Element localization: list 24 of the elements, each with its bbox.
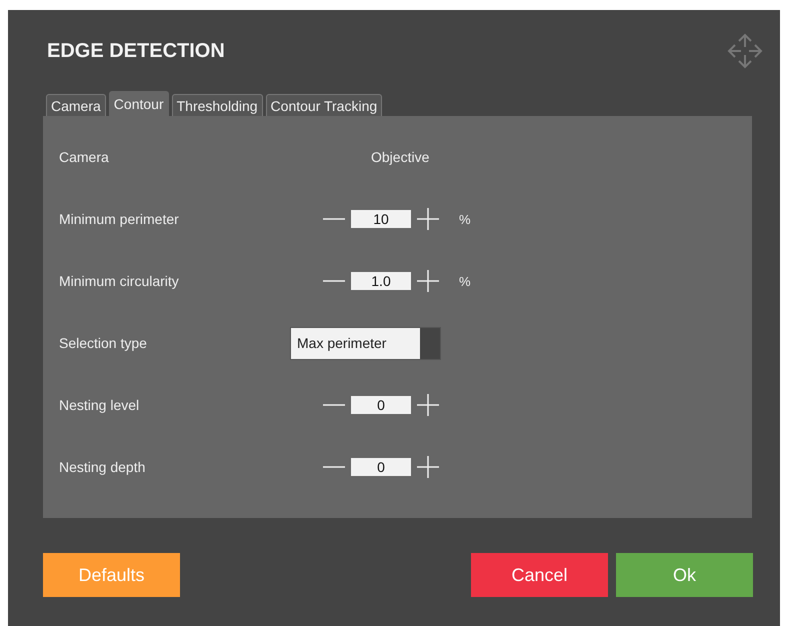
setting-label: Minimum perimeter [59, 211, 180, 227]
setting-label: Nesting level [59, 397, 140, 413]
plus-icon[interactable] [417, 208, 439, 230]
number-field[interactable]: 1.0 [351, 272, 411, 290]
plus-icon[interactable] [417, 456, 439, 478]
number-field[interactable]: 0 [351, 458, 411, 476]
tab[interactable]: Contour Tracking [266, 94, 382, 116]
plus-icon[interactable] [417, 270, 439, 292]
unit-label: % [459, 212, 471, 226]
setting-label: Nesting depth [59, 459, 146, 475]
tab[interactable]: Thresholding [172, 94, 263, 116]
number-field[interactable]: 0 [351, 396, 411, 414]
unit-label: % [459, 274, 471, 288]
setting-value: Objective [371, 149, 430, 165]
window-title: EDGE DETECTION [47, 40, 225, 62]
tab[interactable]: Contour [108, 91, 169, 116]
plus-icon[interactable] [417, 394, 439, 416]
tab[interactable]: Camera [46, 94, 106, 116]
setting-label: Minimum circularity [59, 273, 180, 289]
setting-label: Camera [59, 149, 110, 165]
dropdown[interactable]: Max perimeter [290, 326, 441, 360]
setting-label: Selection type [59, 335, 148, 351]
number-field[interactable]: 10 [351, 210, 411, 228]
cancel-button[interactable]: Cancel [471, 553, 608, 597]
